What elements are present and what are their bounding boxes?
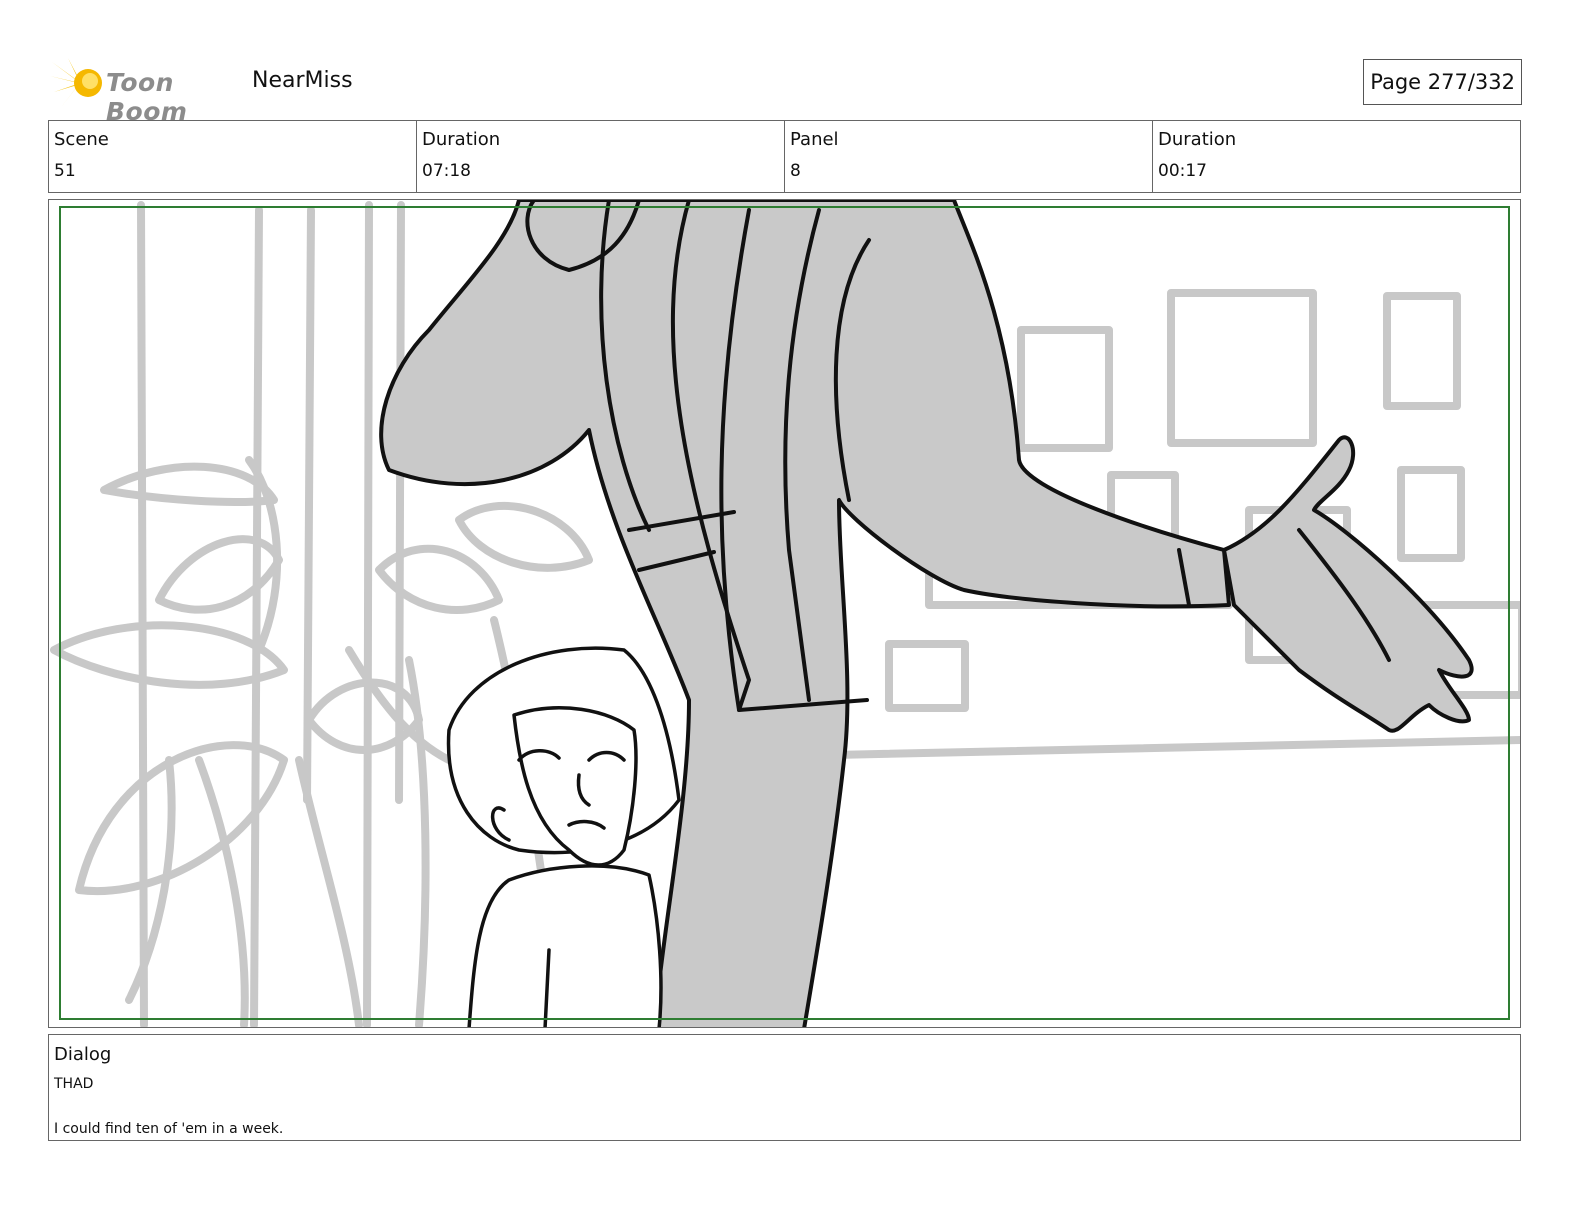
scene-value: 51 xyxy=(54,161,76,181)
scene-info-table: Scene 51 Duration 07:18 Panel 8 Duration… xyxy=(48,120,1521,193)
scene-cell: Scene 51 xyxy=(49,121,417,192)
scene-label: Scene xyxy=(54,129,109,150)
panel-label: Panel xyxy=(790,129,839,150)
page-number: Page 277/332 xyxy=(1363,59,1522,105)
scene-duration-value: 07:18 xyxy=(422,161,471,181)
panel-duration-label: Duration xyxy=(1158,129,1237,150)
scene-duration-cell: Duration 07:18 xyxy=(417,121,785,192)
logo-text: Toon Boom xyxy=(106,68,188,126)
panel-value: 8 xyxy=(790,161,801,181)
scene-duration-label: Duration xyxy=(422,129,501,150)
dialog-label: Dialog xyxy=(54,1044,112,1065)
dialog-line: I could find ten of 'em in a week. xyxy=(54,1121,284,1137)
storyboard-sketch-image xyxy=(50,200,1520,1027)
dialog-box: Dialog THAD I could find ten of 'em in a… xyxy=(48,1034,1521,1141)
dialog-speaker: THAD xyxy=(54,1076,94,1092)
storyboard-panel xyxy=(48,199,1521,1028)
toon-boom-logo: Toon Boom xyxy=(50,56,240,126)
logo-burst-icon xyxy=(50,58,102,106)
panel-cell: Panel 8 xyxy=(785,121,1153,192)
panel-duration-value: 00:17 xyxy=(1158,161,1207,181)
project-title: NearMiss xyxy=(252,68,353,93)
panel-duration-cell: Duration 00:17 xyxy=(1153,121,1520,192)
page-header: Toon Boom NearMiss Page 277/332 xyxy=(48,52,1522,126)
